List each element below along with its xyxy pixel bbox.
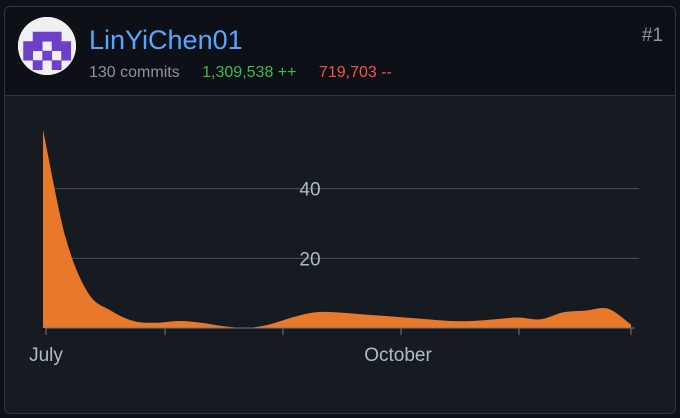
identicon-icon [18,17,76,75]
identicon-cell [51,41,62,52]
avatar[interactable] [18,17,76,75]
y-tick-label: 20 [299,249,320,270]
contributor-username-link[interactable]: LinYiChen01 [89,25,243,55]
chart-grid: 2040 [45,180,639,270]
x-tick-label: July [29,345,63,366]
deletions-count: 719,703 -- [318,64,392,81]
identicon-cell [32,41,43,52]
chart-area-series [43,129,631,328]
x-tick-label: October [364,345,432,366]
identicon-cell [51,31,62,42]
identicon-cell [32,60,43,71]
additions-count: 1,309,538 ++ [202,64,297,81]
identicon-cell [51,60,62,71]
identicon-cell [23,41,34,52]
chart-x-axis: July October [29,327,635,366]
card-header: LinYiChen01 130 commits 1,309,538 ++ 719… [5,7,675,96]
y-tick-label: 40 [299,180,320,201]
contribution-chart: 2040 July October [29,129,639,366]
rank-badge: #1 [641,25,663,46]
commits-count-link[interactable]: 130 commits [89,64,180,81]
contributor-card: LinYiChen01 130 commits 1,309,538 ++ 719… [4,6,676,414]
identicon-cell [42,31,53,42]
identicon-cell [61,50,72,61]
identicon-cell [32,31,43,42]
identicon-cell [61,41,72,52]
contribution-stats: 130 commits 1,309,538 ++ 719,703 -- [89,63,392,83]
identicon-cell [42,50,53,61]
identicon-cell [23,50,34,61]
